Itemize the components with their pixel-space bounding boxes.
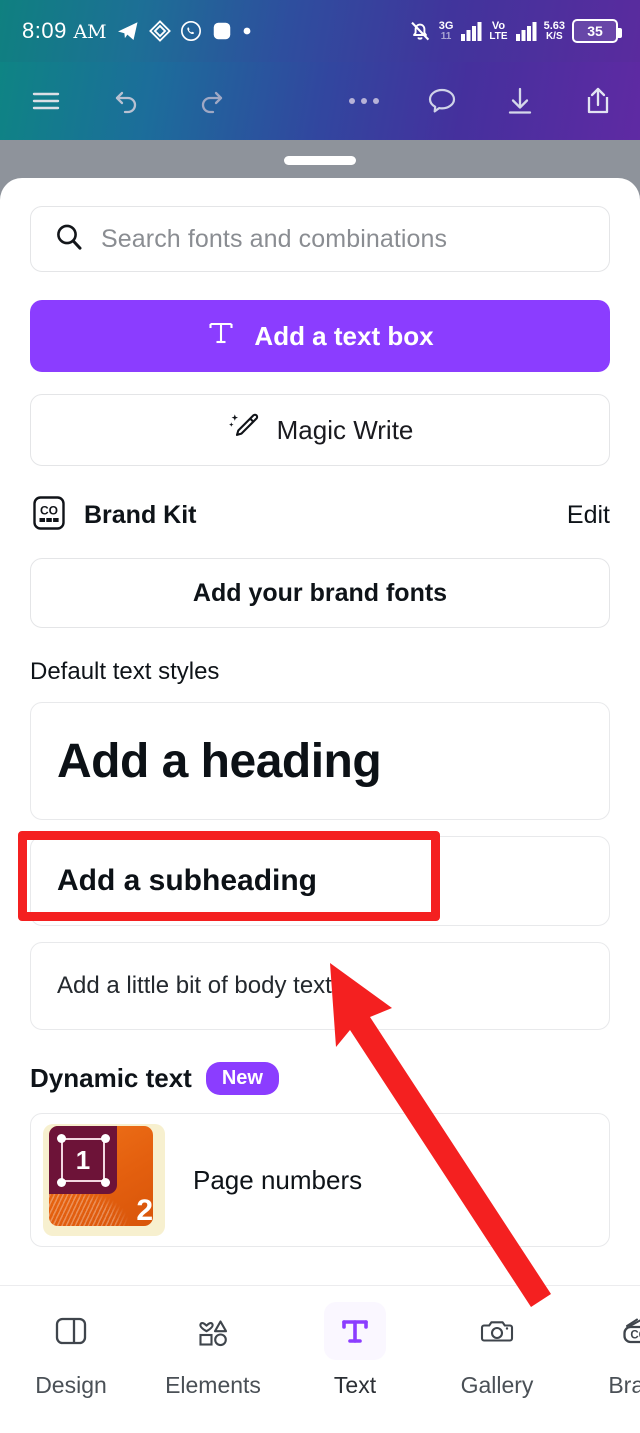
redo-icon[interactable] bbox=[182, 73, 238, 129]
shapes-icon bbox=[182, 1302, 244, 1360]
search-placeholder-text: Search fonts and combinations bbox=[101, 224, 448, 253]
brand-kit-co-icon: CO bbox=[608, 1302, 640, 1360]
data-rate-unit: K/S bbox=[545, 30, 563, 42]
data-rate-label: 5.63 K/S bbox=[543, 19, 565, 42]
clock-time: 8:09 bbox=[22, 18, 67, 43]
undo-icon[interactable] bbox=[100, 73, 156, 129]
clock-ampm: AM bbox=[73, 21, 107, 43]
square-app-icon bbox=[211, 20, 233, 42]
notes-icon bbox=[148, 20, 171, 42]
whatsapp-icon bbox=[180, 20, 202, 42]
svg-text:CO: CO bbox=[630, 1330, 640, 1342]
toolbar-left-group bbox=[0, 73, 238, 129]
nav-label-text: Text bbox=[333, 1372, 377, 1398]
nav-label-gallery: Gallery bbox=[460, 1372, 534, 1398]
text-T-icon bbox=[206, 318, 236, 355]
signal-bars-1-icon bbox=[460, 21, 482, 41]
page-number-two: 2 bbox=[136, 1194, 153, 1227]
nav-label-brand: Brand bbox=[608, 1372, 640, 1398]
add-brand-fonts-label: Add your brand fonts bbox=[192, 578, 448, 607]
add-brand-fonts-button[interactable]: Add your brand fonts bbox=[30, 558, 610, 628]
signal-bars-2-icon bbox=[515, 21, 537, 41]
add-text-box-button[interactable]: Add a text box bbox=[30, 300, 610, 372]
page-numbers-thumbnail: 1 2 bbox=[43, 1124, 165, 1236]
network-volte-label: Vo LTE bbox=[489, 19, 508, 42]
magic-write-label: Magic Write bbox=[276, 414, 414, 445]
net1-bars-label: 11 bbox=[440, 30, 452, 42]
nav-item-text[interactable]: Text bbox=[284, 1302, 426, 1399]
new-badge: New bbox=[205, 1062, 279, 1095]
status-bar-left: 8:09 AM bbox=[22, 18, 252, 44]
brand-kit-edit-button[interactable]: Edit bbox=[567, 501, 610, 530]
nav-label-design: Design bbox=[35, 1372, 107, 1398]
bottom-navigation: Design Elements Text Gallery C Bra bbox=[0, 1285, 640, 1433]
nav-item-design[interactable]: Design bbox=[0, 1302, 142, 1399]
hamburger-menu-icon[interactable] bbox=[18, 73, 74, 129]
nav-item-elements[interactable]: Elements bbox=[142, 1302, 284, 1399]
text-panel-sheet: Search fonts and combinations Add a text… bbox=[0, 178, 640, 1433]
brand-kit-title: Brand Kit bbox=[84, 500, 197, 529]
dot-icon bbox=[242, 26, 252, 36]
bell-off-icon bbox=[408, 19, 432, 43]
editor-toolbar bbox=[0, 62, 640, 140]
magic-write-button[interactable]: Magic Write bbox=[30, 394, 610, 466]
layout-panel-icon bbox=[40, 1302, 102, 1360]
nav-label-elements: Elements bbox=[165, 1372, 261, 1398]
share-icon[interactable] bbox=[570, 73, 626, 129]
page-numbers-label: Page numbers bbox=[193, 1164, 363, 1195]
nav-item-gallery[interactable]: Gallery bbox=[426, 1302, 568, 1399]
net1-tech: 3G bbox=[438, 19, 454, 32]
battery-indicator: 35 bbox=[572, 19, 622, 43]
default-text-styles-title: Default text styles bbox=[30, 658, 220, 685]
page-number-one: 1 bbox=[75, 1144, 91, 1175]
more-options-icon[interactable] bbox=[336, 73, 392, 129]
page-numbers-item[interactable]: 1 2 Page numbers bbox=[30, 1113, 610, 1247]
text-style-heading[interactable]: Add a heading bbox=[30, 702, 610, 820]
text-style-subheading[interactable]: Add a subheading bbox=[30, 836, 610, 926]
data-rate-value: 5.63 bbox=[543, 19, 565, 32]
comment-icon[interactable] bbox=[414, 73, 470, 129]
text-style-subheading-label: Add a subheading bbox=[57, 864, 318, 897]
text-style-body[interactable]: Add a little bit of body text bbox=[30, 942, 610, 1030]
search-icon bbox=[53, 221, 85, 258]
camera-icon bbox=[466, 1302, 528, 1360]
sheet-drag-handle[interactable] bbox=[284, 156, 356, 165]
download-icon[interactable] bbox=[492, 73, 548, 129]
text-T-icon bbox=[324, 1302, 386, 1360]
sheet-content: Search fonts and combinations Add a text… bbox=[0, 178, 640, 1247]
net2-sub: LTE bbox=[489, 30, 508, 42]
dynamic-text-row: Dynamic text New bbox=[30, 1062, 610, 1095]
dynamic-text-title: Dynamic text bbox=[30, 1063, 192, 1093]
brand-kit-co-icon: CO bbox=[30, 494, 68, 537]
magic-pencil-icon bbox=[227, 410, 261, 451]
network-3g-label: 3G 11 bbox=[438, 19, 454, 42]
svg-text:CO: CO bbox=[40, 503, 58, 517]
text-style-body-label: Add a little bit of body text bbox=[57, 972, 332, 999]
net2-tech: Vo bbox=[491, 19, 506, 32]
search-input[interactable]: Search fonts and combinations bbox=[30, 206, 610, 272]
status-clock: 8:09 AM bbox=[22, 18, 107, 44]
status-bar-right: 3G 11 Vo LTE 5.63 K/S 35 bbox=[408, 19, 622, 43]
telegram-icon bbox=[116, 19, 140, 43]
toolbar-right-group bbox=[336, 73, 640, 129]
add-text-box-label: Add a text box bbox=[254, 320, 434, 351]
text-style-heading-label: Add a heading bbox=[57, 734, 382, 788]
status-bar: 8:09 AM 3G 11 Vo LTE 5.63 K/S 35 bbox=[0, 0, 640, 62]
brand-kit-row: CO Brand Kit Edit bbox=[30, 492, 610, 538]
nav-item-brand[interactable]: CO Brand bbox=[568, 1302, 640, 1399]
battery-percent: 35 bbox=[587, 23, 603, 39]
